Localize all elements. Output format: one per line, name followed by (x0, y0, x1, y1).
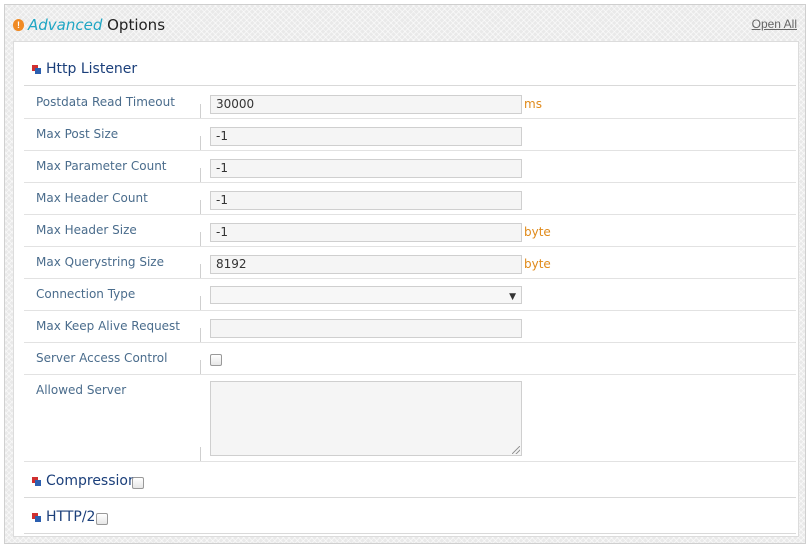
field-label: Max Header Count (36, 191, 148, 205)
field-label: Max Post Size (36, 127, 119, 141)
field-label: Max Keep Alive Request (36, 319, 181, 333)
advanced-options-panel: ! Advanced Options Open All Http Listene… (4, 4, 806, 544)
max-querystring-size-input[interactable]: 8192 (210, 255, 522, 274)
row-server-access-control: Server Access Control (24, 343, 796, 375)
divider (200, 136, 201, 150)
field-label: Max Header Size (36, 223, 137, 237)
section-bullet-icon (32, 513, 41, 522)
field-label: Postdata Read Timeout (36, 95, 175, 109)
max-header-count-input[interactable]: -1 (210, 191, 522, 210)
max-post-size-input[interactable]: -1 (210, 127, 522, 146)
divider (200, 328, 201, 342)
field-label: Server Access Control (36, 351, 168, 365)
panel-title-rest: Options (102, 16, 166, 34)
section-bullet-icon (32, 477, 41, 486)
divider (200, 168, 201, 182)
row-max-header-count: Max Header Count -1 (24, 183, 796, 215)
row-max-parameter-count: Max Parameter Count -1 (24, 151, 796, 183)
postdata-read-timeout-input[interactable]: 30000 (210, 95, 522, 114)
chevron-down-icon: ▼ (509, 292, 516, 302)
compression-checkbox[interactable] (132, 477, 144, 489)
divider (200, 232, 201, 246)
row-max-keep-alive-request: Max Keep Alive Request (24, 311, 796, 343)
field-label: Allowed Server (36, 383, 127, 397)
divider (200, 200, 201, 214)
unit-label: byte (524, 257, 551, 271)
allowed-server-textarea[interactable] (210, 381, 522, 456)
section-label-http-listener: Http Listener (46, 61, 138, 77)
section-label-http2: HTTP/2 (46, 509, 96, 525)
panel-title: Advanced Options (28, 16, 165, 34)
divider (200, 104, 201, 118)
options-content: Http Listener Postdata Read Timeout 3000… (13, 41, 799, 537)
max-header-size-input[interactable]: -1 (210, 223, 522, 242)
http2-checkbox[interactable] (96, 513, 108, 525)
panel-title-accent: Advanced (28, 16, 103, 34)
row-allowed-server: Allowed Server (24, 375, 796, 462)
section-http-listener[interactable]: Http Listener (24, 50, 796, 86)
unit-label: byte (524, 225, 551, 239)
field-label: Connection Type (36, 287, 136, 301)
row-connection-type: Connection Type ▼ (24, 279, 796, 311)
section-http2[interactable]: HTTP/2 (24, 498, 796, 534)
warning-icon: ! (13, 19, 24, 31)
field-label: Max Querystring Size (36, 255, 164, 269)
row-postdata-read-timeout: Postdata Read Timeout 30000 ms (24, 87, 796, 119)
field-label: Max Parameter Count (36, 159, 167, 173)
unit-label: ms (524, 97, 542, 111)
row-max-post-size: Max Post Size -1 (24, 119, 796, 151)
panel-header: ! Advanced Options Open All (5, 5, 805, 41)
row-max-querystring-size: Max Querystring Size 8192 byte (24, 247, 796, 279)
section-compression[interactable]: Compression (24, 462, 796, 498)
row-max-header-size: Max Header Size -1 byte (24, 215, 796, 247)
server-access-control-checkbox[interactable] (210, 354, 222, 366)
resize-grip-icon[interactable] (512, 446, 520, 454)
divider (200, 296, 201, 310)
max-keep-alive-request-input[interactable] (210, 319, 522, 338)
divider (200, 360, 201, 374)
max-parameter-count-input[interactable]: -1 (210, 159, 522, 178)
divider (200, 264, 201, 278)
section-bullet-icon (32, 65, 41, 74)
open-all-link[interactable]: Open All (752, 17, 797, 31)
divider (200, 447, 201, 461)
section-label-compression: Compression (46, 473, 137, 489)
connection-type-select[interactable]: ▼ (210, 286, 522, 304)
